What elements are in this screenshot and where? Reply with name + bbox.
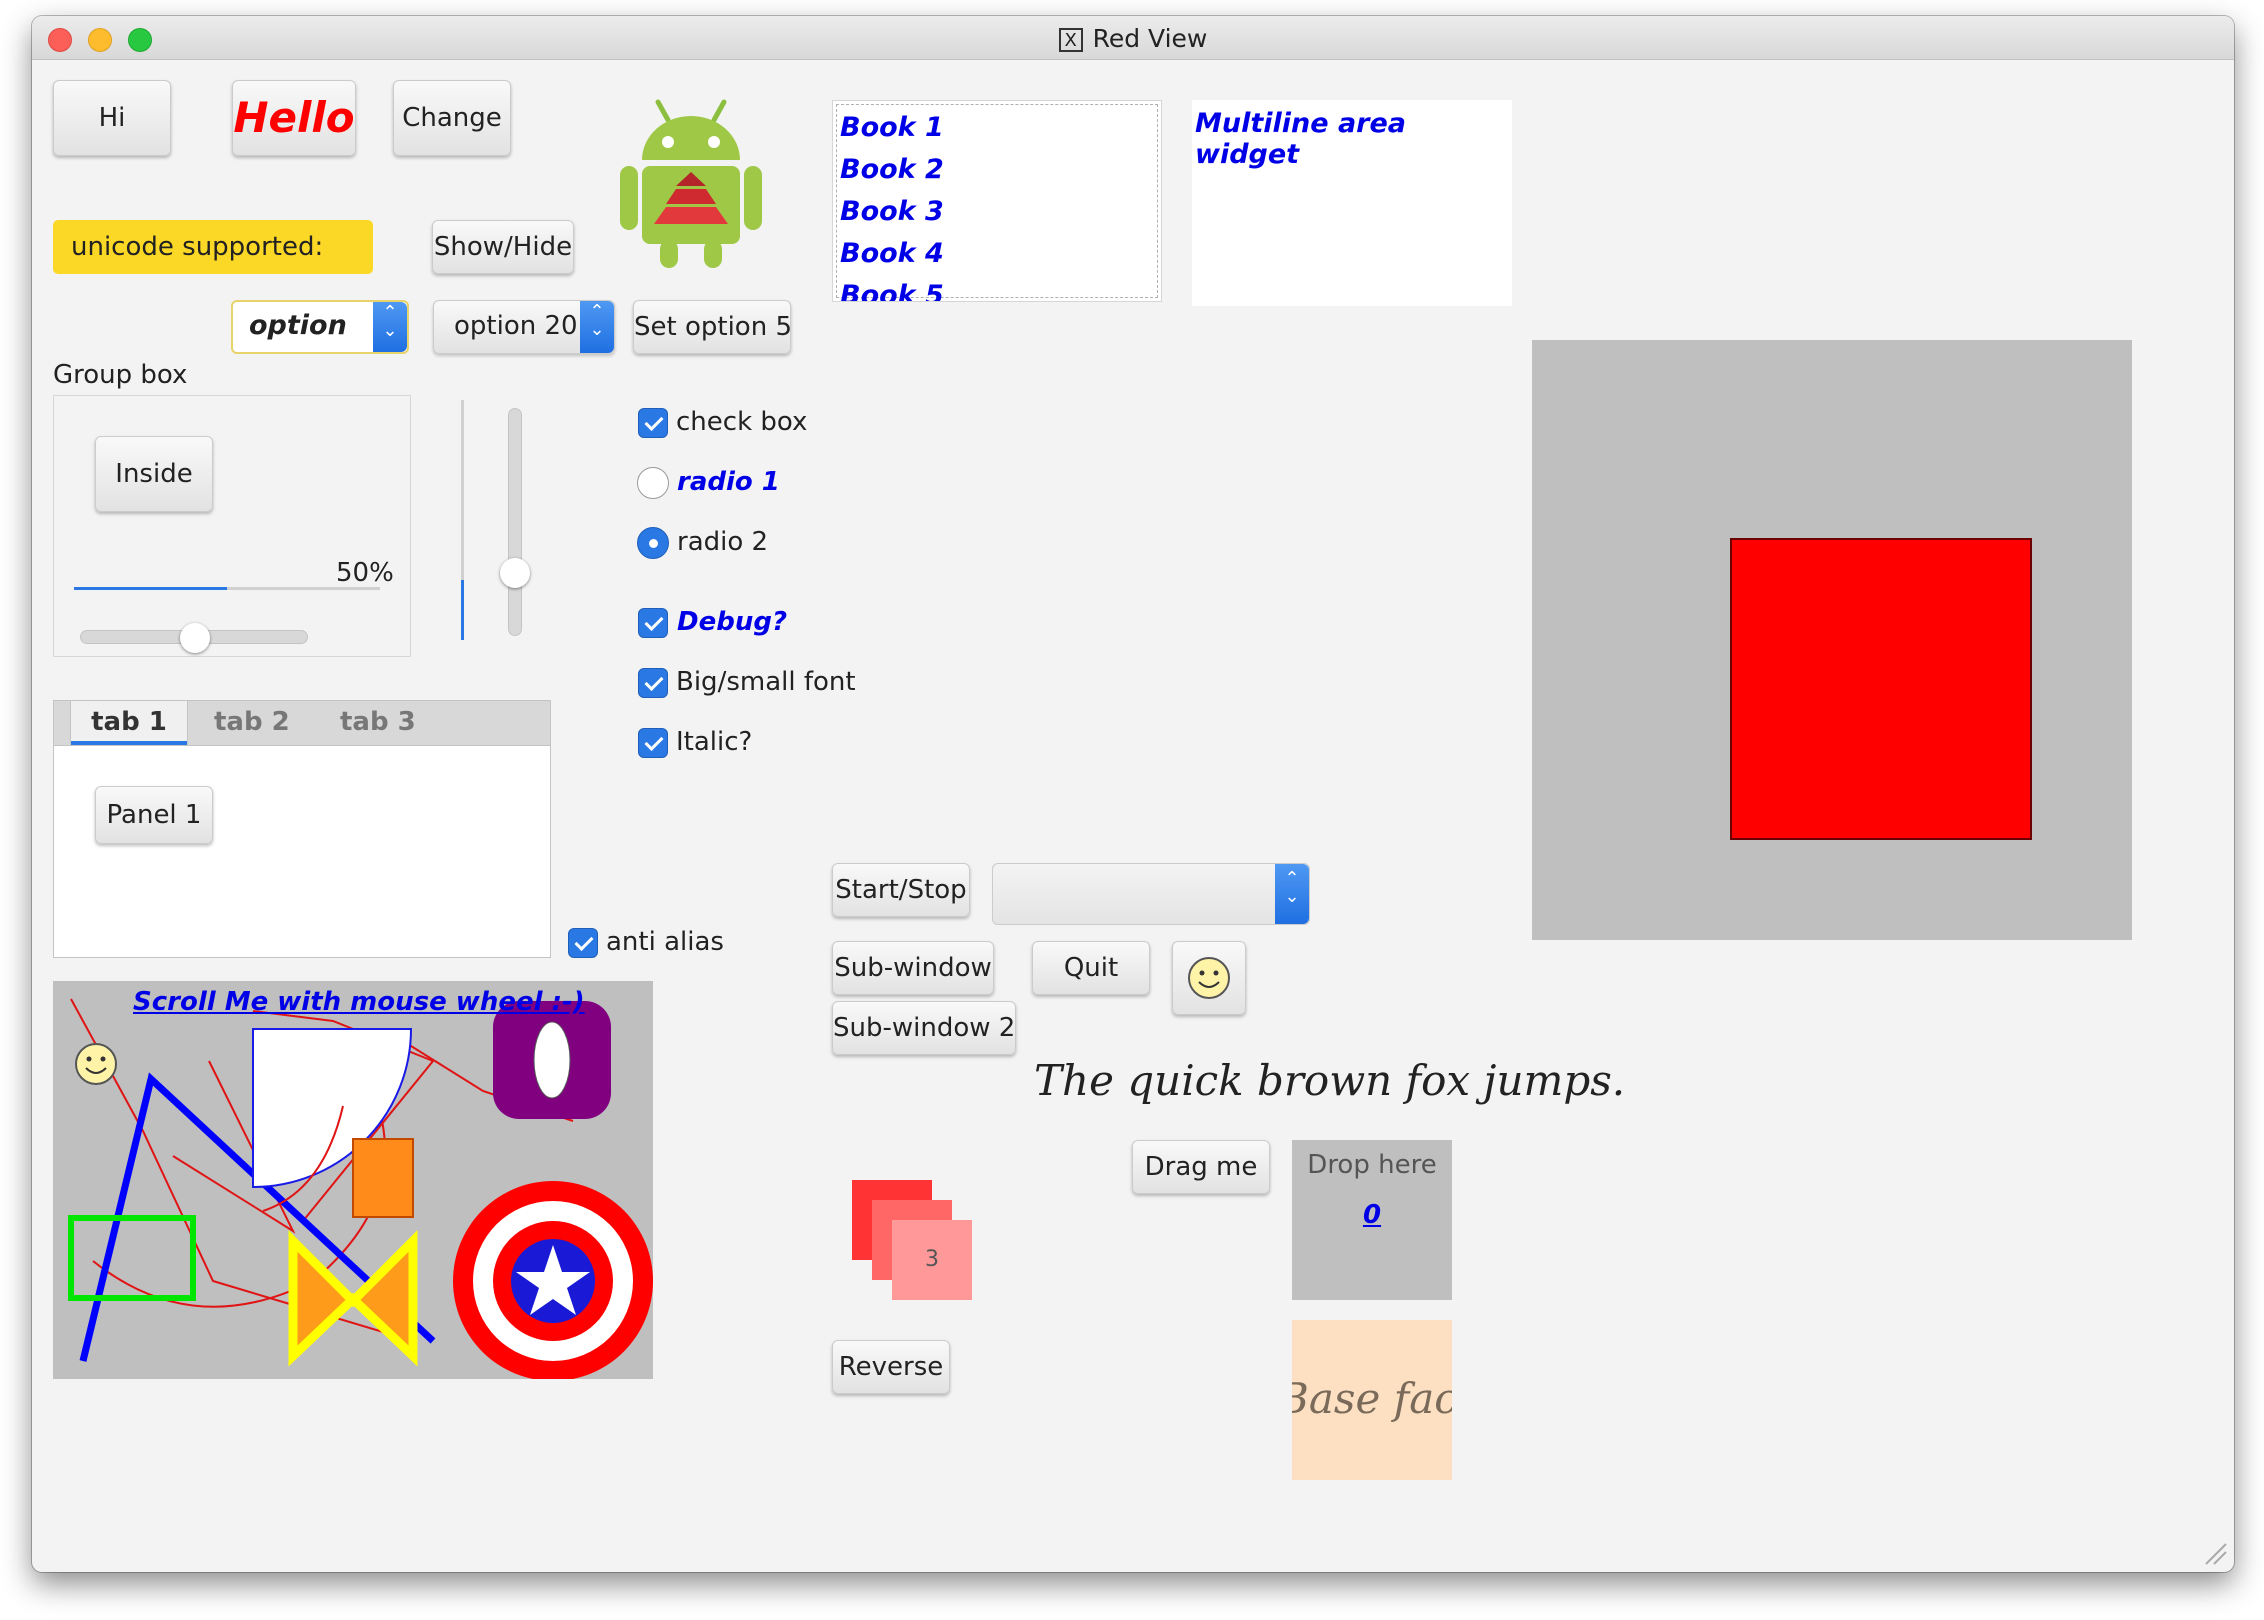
fox-text: The quick brown fox jumps. [1034,1056,1626,1105]
slider-thumb[interactable] [180,623,210,653]
base-face-box: Base face [1292,1320,1452,1480]
progress-bar-fill [74,587,227,590]
resize-grip-icon[interactable] [2202,1540,2228,1566]
window-title: Red View [1092,24,1208,53]
multiline-text: Multiline area widget [1195,108,1407,170]
empty-dropdown[interactable]: ⌃ ⌄ [992,863,1310,925]
radio-1-label: radio 1 [677,467,780,497]
window-title-area: X Red View [32,24,2234,53]
italic-label: Italic? [676,727,753,757]
hello-button[interactable]: Hello [232,80,356,156]
debug-label: Debug? [677,607,788,637]
multiline-area[interactable]: Multiline area widget [1192,100,1512,306]
smiley-icon [1188,957,1230,999]
android-logo-icon [620,99,762,268]
chevron-updown-icon: ⌃ ⌄ [1275,864,1309,924]
inside-button[interactable]: Inside [95,436,213,512]
panel-1-button[interactable]: Panel 1 [95,786,213,844]
vertical-progress-bar [461,400,464,640]
tab-1-label: tab 1 [91,707,167,737]
horizontal-slider[interactable] [80,623,308,653]
set-option-5-button[interactable]: Set option 5 [633,300,791,354]
drawing-canvas-shapes [68,998,653,1379]
radio-2-radio[interactable] [637,527,669,559]
vertical-progress-fill [461,580,464,640]
reverse-button[interactable]: Reverse [832,1340,950,1394]
radio-1-radio[interactable] [637,467,669,499]
stack-square-front[interactable]: 3 [892,1220,972,1300]
chevron-updown-icon: ⌃ ⌄ [580,301,614,353]
drop-target[interactable]: Drop here 0 [1292,1140,1452,1300]
progress-bar [74,587,380,590]
progress-percent: 50% [336,558,394,588]
debug-checkbox[interactable] [638,608,668,638]
sub-window-button[interactable]: Sub-window [832,941,994,995]
list-item[interactable]: Book 4 [840,233,944,275]
check-box-checkbox[interactable] [638,408,668,438]
canvas-caption: Scroll Me with mouse wheel :-) [133,987,585,1017]
anti-alias-checkbox[interactable] [568,928,598,958]
list-item[interactable]: Book 5 [840,275,944,301]
vertical-slider[interactable] [500,408,530,636]
tab-3[interactable]: tab 3 [340,707,416,737]
italic-checkbox[interactable] [638,728,668,758]
list-item[interactable]: Book 3 [840,191,944,233]
big-small-font-label: Big/small font [676,667,856,697]
big-small-font-checkbox[interactable] [638,668,668,698]
tab-bar: tab 1 tab 2 tab 3 [53,700,551,746]
hi-button[interactable]: Hi [53,80,171,156]
check-box-label: check box [676,407,808,437]
quit-button[interactable]: Quit [1032,941,1150,995]
red-view-panel [1532,340,2132,940]
group-box: Inside 50% [53,395,411,657]
list-item[interactable]: Book 1 [840,107,944,149]
book-list[interactable]: Book 1 Book 2 Book 3 Book 4 Book 5 [832,100,1162,302]
red-square[interactable] [1730,538,2032,840]
drawing-canvas[interactable]: Scroll Me with mouse wheel :-) [53,981,653,1379]
tab-2[interactable]: tab 2 [214,707,290,737]
anti-alias-label: anti alias [606,927,724,957]
list-item[interactable]: Book 2 [840,149,944,191]
x11-icon: X [1058,28,1083,52]
option-20-select-value: option 20 [454,311,578,341]
option-select-value: option [249,310,347,341]
option-select[interactable]: option ⌃ ⌄ [231,300,409,354]
chevron-updown-icon: ⌃ ⌄ [373,302,407,352]
base-face-text: Base face [1292,1374,1452,1423]
option-20-select[interactable]: option 20 ⌃ ⌄ [433,300,615,354]
show-hide-button[interactable]: Show/Hide [432,220,574,274]
unicode-label: unicode supported: [53,220,373,274]
change-button[interactable]: Change [393,80,511,156]
drop-count: 0 [1362,1200,1382,1230]
tab-panel: Panel 1 [53,746,551,958]
drop-target-label: Drop here [1307,1150,1437,1180]
drag-me-button[interactable]: Drag me [1132,1140,1270,1194]
smiley-icon [75,1043,117,1085]
active-tab-indicator [71,741,187,745]
smiley-button[interactable] [1172,941,1246,1015]
sub-window-2-button[interactable]: Sub-window 2 [832,1001,1016,1055]
slider-thumb[interactable] [500,557,530,588]
start-stop-button[interactable]: Start/Stop [832,863,970,917]
radio-2-label: radio 2 [677,527,769,557]
red-view-window: X Red View Hi Hello Change Book 1 Book 2 … [32,16,2234,1572]
title-bar: X Red View [32,16,2234,60]
tab-1[interactable]: tab 1 [70,701,188,745]
group-box-title: Group box [53,360,188,390]
